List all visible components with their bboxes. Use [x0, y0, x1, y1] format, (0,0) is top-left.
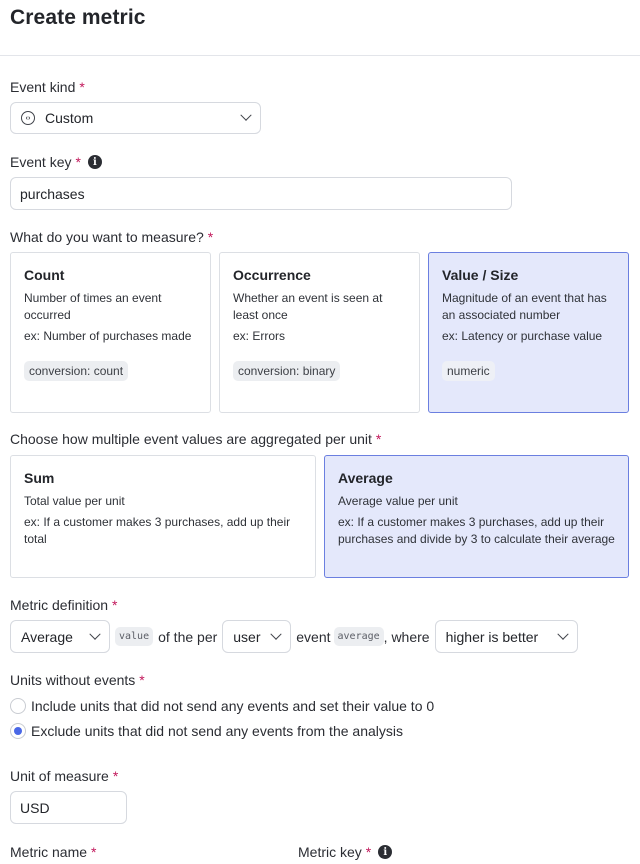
info-icon[interactable]: i: [87, 155, 102, 169]
option-title: Value / Size: [442, 267, 519, 283]
definition-text: event: [296, 628, 331, 645]
radio-label: Include units that did not send any even…: [31, 697, 435, 714]
option-tag: conversion: binary: [233, 361, 341, 381]
event-key-value: purchases: [20, 185, 85, 202]
metric-key-label-text: Metric key: [298, 844, 362, 860]
measure-option-count[interactable]: Count Number of times an event occurred …: [10, 252, 211, 413]
option-example: ex: Latency or purchase value: [442, 329, 603, 343]
metric-definition-label-text: Metric definition: [10, 597, 109, 613]
units-without-events-label-text: Units without events: [10, 672, 136, 688]
event-key-input[interactable]: purchases: [10, 177, 512, 210]
option-tag: numeric: [442, 361, 495, 381]
aggregation-option-average[interactable]: Average Average value per unit ex: If a …: [324, 455, 629, 578]
event-kind-label-text: Event kind: [10, 79, 76, 95]
option-description: Whether an event is seen at least once: [233, 291, 383, 322]
radio-button[interactable]: [10, 697, 26, 714]
code-value: value: [115, 627, 154, 646]
custom-code-icon: ‹›: [21, 111, 35, 125]
option-example: ex: If a customer makes 3 purchases, add…: [24, 515, 291, 546]
metric-name-label-text: Metric name: [10, 844, 88, 860]
required-asterisk: *: [375, 431, 382, 447]
direction-select[interactable]: higher is better: [434, 620, 578, 653]
aggregation-options: Sum Total value per unit ex: If a custom…: [10, 455, 629, 578]
metric-key-label: Metric key * i: [298, 844, 393, 860]
option-description: Average value per unit: [338, 494, 458, 508]
chevron-down-icon: [270, 628, 282, 640]
measure-option-value-size[interactable]: Value / Size Magnitude of an event that …: [428, 252, 629, 413]
aggregate-select[interactable]: Average: [10, 620, 110, 653]
unit-of-measure-label: Unit of measure *: [10, 768, 118, 784]
aggregate-select-value: Average: [21, 628, 73, 645]
required-asterisk: *: [112, 768, 119, 784]
event-key-label: Event key * i: [10, 154, 102, 170]
radio-label: Exclude units that did not send any even…: [31, 722, 403, 739]
direction-select-value: higher is better: [445, 628, 539, 645]
option-title: Average: [338, 470, 393, 486]
required-asterisk: *: [365, 844, 372, 860]
required-asterisk: *: [112, 597, 118, 613]
required-asterisk: *: [139, 672, 145, 688]
aggregation-option-sum[interactable]: Sum Total value per unit ex: If a custom…: [10, 455, 316, 578]
event-kind-select[interactable]: ‹› Custom: [10, 102, 261, 134]
option-title: Count: [24, 267, 65, 283]
unit-select[interactable]: user: [222, 620, 292, 653]
measure-label-text: What do you want to measure?: [10, 229, 204, 245]
option-example: ex: If a customer makes 3 purchases, add…: [338, 515, 615, 546]
measure-option-occurrence[interactable]: Occurrence Whether an event is seen at l…: [219, 252, 420, 413]
option-description: Number of times an event occurred: [24, 291, 162, 322]
page-title: Create metric: [10, 6, 146, 29]
required-asterisk: *: [75, 154, 81, 170]
option-example: ex: Errors: [233, 329, 286, 343]
unit-select-value: user: [233, 628, 261, 645]
event-kind-value: Custom: [45, 110, 94, 126]
unit-of-measure-input[interactable]: USD: [10, 791, 127, 824]
aggregation-label: Choose how multiple event values are agg…: [10, 431, 381, 447]
chevron-down-icon: [89, 628, 101, 640]
measure-label: What do you want to measure? *: [10, 229, 213, 245]
metric-definition-row: Average value of the per user event aver…: [10, 620, 635, 653]
option-title: Sum: [24, 470, 55, 486]
metric-name-label: Metric name *: [10, 844, 96, 860]
option-tag: conversion: count: [24, 361, 129, 381]
radio-include-units[interactable]: Include units that did not send any even…: [10, 693, 434, 718]
page-header: Create metric: [0, 0, 640, 56]
event-kind-label: Event kind *: [10, 79, 85, 95]
required-asterisk: *: [207, 229, 214, 245]
event-key-label-text: Event key: [10, 154, 72, 170]
option-title: Occurrence: [233, 267, 311, 283]
code-average: average: [333, 627, 384, 646]
units-without-events-label: Units without events *: [10, 672, 145, 688]
metric-definition-label: Metric definition *: [10, 597, 118, 613]
required-asterisk: *: [91, 844, 97, 860]
measure-options: Count Number of times an event occurred …: [10, 252, 629, 413]
option-description: Magnitude of an event that has an associ…: [442, 291, 607, 322]
chevron-down-icon: [240, 109, 252, 121]
option-description: Total value per unit: [24, 494, 125, 508]
unit-of-measure-value: USD: [20, 799, 50, 816]
definition-text: , where: [383, 628, 430, 645]
radio-exclude-units[interactable]: Exclude units that did not send any even…: [10, 718, 403, 743]
required-asterisk: *: [79, 79, 85, 95]
aggregation-label-text: Choose how multiple event values are agg…: [10, 431, 372, 447]
radio-button-selected[interactable]: [10, 722, 26, 739]
chevron-down-icon: [556, 628, 569, 640]
option-example: ex: Number of purchases made: [24, 329, 192, 343]
definition-text: of the per: [158, 628, 218, 645]
unit-of-measure-label-text: Unit of measure: [10, 768, 109, 784]
info-icon[interactable]: i: [378, 845, 393, 859]
